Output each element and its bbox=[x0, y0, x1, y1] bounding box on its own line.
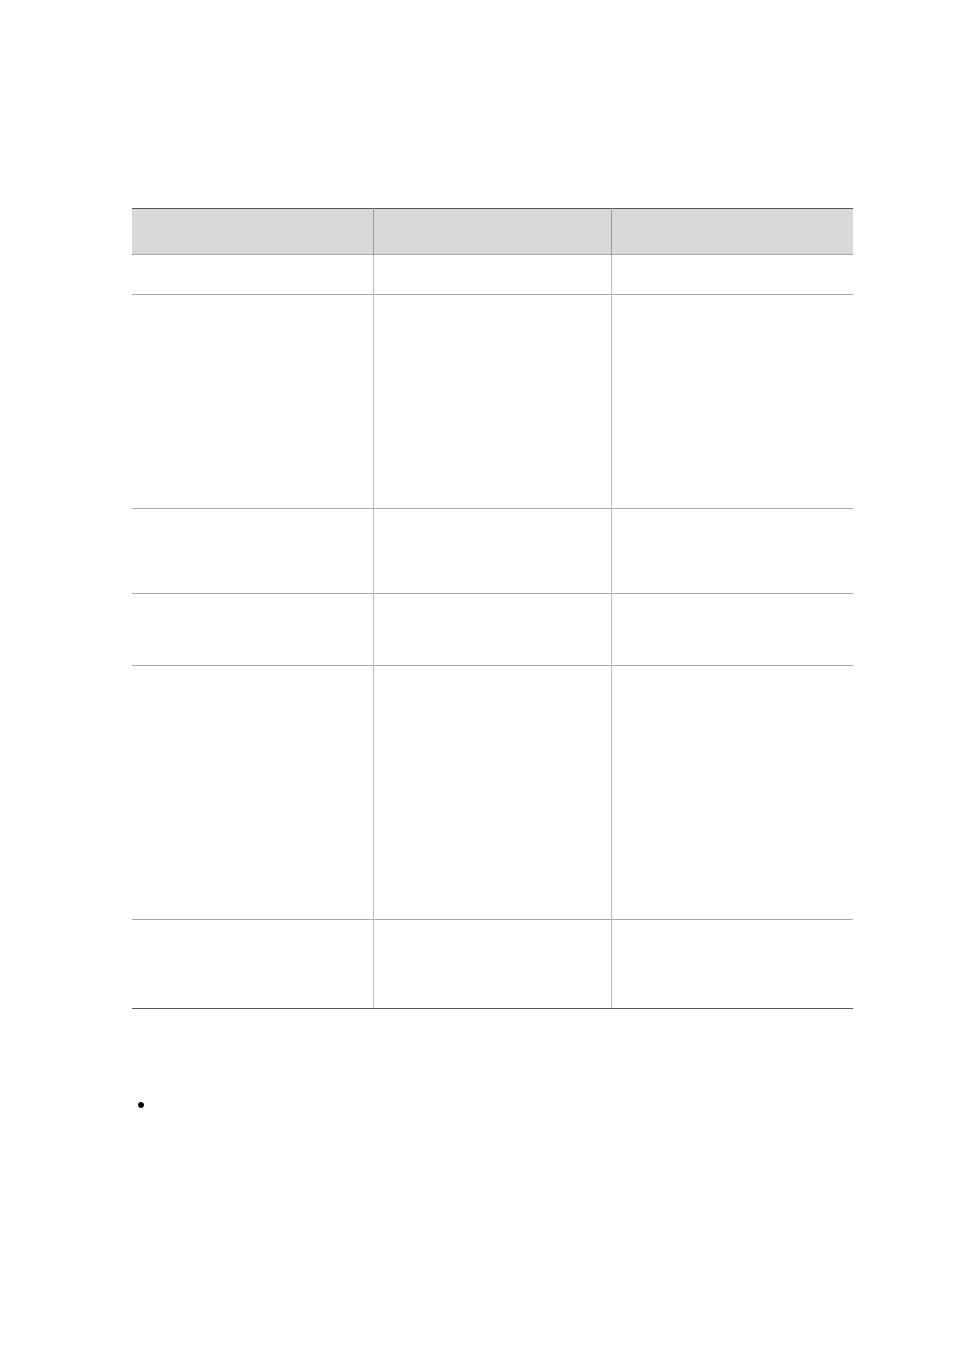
cell bbox=[132, 295, 374, 509]
table-row bbox=[132, 594, 853, 666]
cell bbox=[374, 594, 612, 666]
cell bbox=[132, 509, 374, 594]
cell bbox=[611, 594, 853, 666]
cell bbox=[611, 255, 853, 295]
cell bbox=[374, 666, 612, 920]
data-table bbox=[132, 208, 853, 1009]
cell bbox=[374, 920, 612, 1009]
column-header-1 bbox=[132, 209, 374, 255]
cell bbox=[611, 295, 853, 509]
content-table bbox=[132, 208, 853, 1009]
cell bbox=[611, 920, 853, 1009]
cell bbox=[374, 295, 612, 509]
table-row bbox=[132, 295, 853, 509]
cell bbox=[374, 255, 612, 295]
cell bbox=[132, 920, 374, 1009]
column-header-2 bbox=[374, 209, 612, 255]
cell bbox=[611, 509, 853, 594]
table-row bbox=[132, 920, 853, 1009]
table-header-row bbox=[132, 209, 853, 255]
cell bbox=[374, 509, 612, 594]
bullet-point-icon bbox=[138, 1102, 144, 1108]
cell bbox=[132, 594, 374, 666]
cell bbox=[132, 255, 374, 295]
cell bbox=[132, 666, 374, 920]
table-row bbox=[132, 666, 853, 920]
table-row bbox=[132, 255, 853, 295]
cell bbox=[611, 666, 853, 920]
table-row bbox=[132, 509, 853, 594]
column-header-3 bbox=[611, 209, 853, 255]
